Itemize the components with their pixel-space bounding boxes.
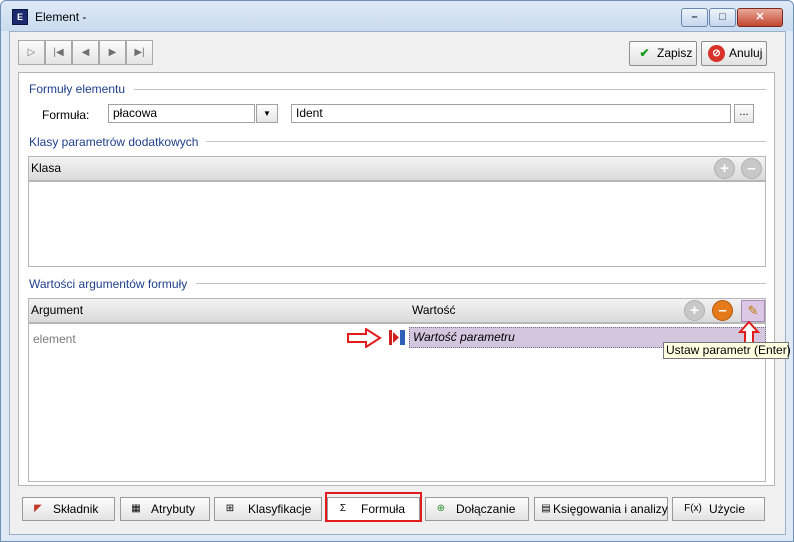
new-record-icon: ▷: [27, 47, 36, 58]
maximize-icon: □: [719, 11, 726, 23]
pencil-icon: ✎: [747, 303, 759, 318]
minus-icon: –: [718, 302, 727, 319]
tab-klasyfikacje[interactable]: ⊞ Klasyfikacje: [214, 497, 322, 521]
maximize-button[interactable]: □: [709, 8, 736, 27]
tab-atrybuty[interactable]: ▦ Atrybuty: [120, 497, 210, 521]
chevron-down-icon: ▼: [263, 109, 271, 118]
formula-section-title: Formuły elementu: [29, 82, 126, 96]
tab-label: Dołączanie: [456, 502, 516, 516]
minimize-button[interactable]: –: [681, 8, 708, 27]
classes-grid-header: Klasa: [28, 156, 766, 181]
plus-icon: +: [690, 302, 699, 319]
args-section-title: Wartości argumentów formuły: [29, 277, 188, 291]
section-divider: [134, 89, 766, 90]
checkmark-icon: ✔: [639, 46, 650, 60]
accounting-icon: ▤: [541, 503, 551, 514]
cancel-label: Anuluj: [729, 46, 763, 60]
attachment-icon: ⊕: [436, 503, 446, 514]
ellipsis-button[interactable]: ...: [734, 104, 754, 123]
column-argument: Argument: [31, 303, 84, 317]
cancel-icon: ⊘: [708, 45, 725, 62]
tab-dolaczanie[interactable]: ⊕ Dołączanie: [425, 497, 529, 521]
previous-record-button[interactable]: ◀: [72, 40, 99, 65]
usage-icon: F(x): [684, 503, 702, 514]
first-record-button[interactable]: |◀: [45, 40, 72, 65]
classification-icon: ⊞: [225, 503, 235, 514]
next-record-icon: ▶: [108, 47, 117, 58]
parameter-icon: [389, 330, 405, 345]
title-bar[interactable]: E Element - – □ ✕: [1, 1, 793, 31]
tab-label: Składnik: [53, 502, 99, 516]
argument-cell[interactable]: element: [33, 332, 76, 346]
attributes-icon: ▦: [131, 503, 141, 514]
classes-section-title: Klasy parametrów dodatkowych: [29, 135, 199, 149]
tab-uzycie[interactable]: F(x) Użycie: [672, 497, 765, 521]
formula-dropdown-button[interactable]: ▼: [256, 104, 278, 123]
new-record-button[interactable]: ▷: [18, 40, 45, 65]
minimize-icon: –: [691, 11, 698, 23]
last-record-button[interactable]: ▶|: [126, 40, 153, 65]
formula-label: Formuła:: [42, 108, 90, 122]
first-record-icon: |◀: [53, 47, 64, 58]
component-icon: ◤: [34, 503, 42, 514]
tab-label: Atrybuty: [151, 502, 196, 516]
remove-class-button[interactable]: –: [741, 158, 762, 179]
remove-argument-button[interactable]: –: [712, 300, 733, 321]
last-record-icon: ▶|: [134, 47, 145, 58]
column-value: Wartość: [412, 303, 456, 317]
red-arrow-icon: [347, 328, 382, 348]
record-navigator: ▷ |◀ ◀ ▶ ▶|: [18, 40, 158, 65]
column-klasa: Klasa: [31, 161, 62, 175]
save-button[interactable]: ✔ Zapisz: [629, 41, 697, 66]
section-divider: [206, 141, 766, 142]
tab-label: Użycie: [709, 502, 746, 516]
active-tab-highlight: [325, 492, 422, 522]
app-icon: E: [12, 9, 28, 25]
tab-skladnik[interactable]: ◤ Składnik: [22, 497, 115, 521]
minus-icon: –: [747, 160, 756, 177]
close-icon: ✕: [755, 11, 765, 23]
next-record-button[interactable]: ▶: [99, 40, 126, 65]
plus-icon: +: [720, 160, 729, 177]
window-title: Element -: [35, 10, 87, 24]
classes-grid-body[interactable]: [28, 181, 766, 267]
set-parameter-button[interactable]: ✎: [741, 300, 765, 322]
add-class-button[interactable]: +: [714, 158, 735, 179]
previous-record-icon: ◀: [81, 47, 90, 58]
section-divider: [196, 283, 766, 284]
cancel-button[interactable]: ⊘ Anuluj: [701, 41, 767, 66]
args-grid-header: Argument Wartość: [28, 298, 766, 323]
add-argument-button[interactable]: +: [684, 300, 705, 321]
save-label: Zapisz: [657, 46, 693, 60]
tab-label: Księgowania i analizy: [553, 502, 668, 516]
tab-label: Klasyfikacje: [248, 502, 312, 516]
set-parameter-tooltip: Ustaw parametr (Enter): [663, 342, 791, 359]
ident-field[interactable]: Ident: [291, 104, 731, 123]
tab-ksiegowania[interactable]: ▤ Księgowania i analizy: [534, 497, 668, 521]
formula-combobox[interactable]: płacowa: [108, 104, 255, 123]
close-button[interactable]: ✕: [737, 8, 783, 27]
